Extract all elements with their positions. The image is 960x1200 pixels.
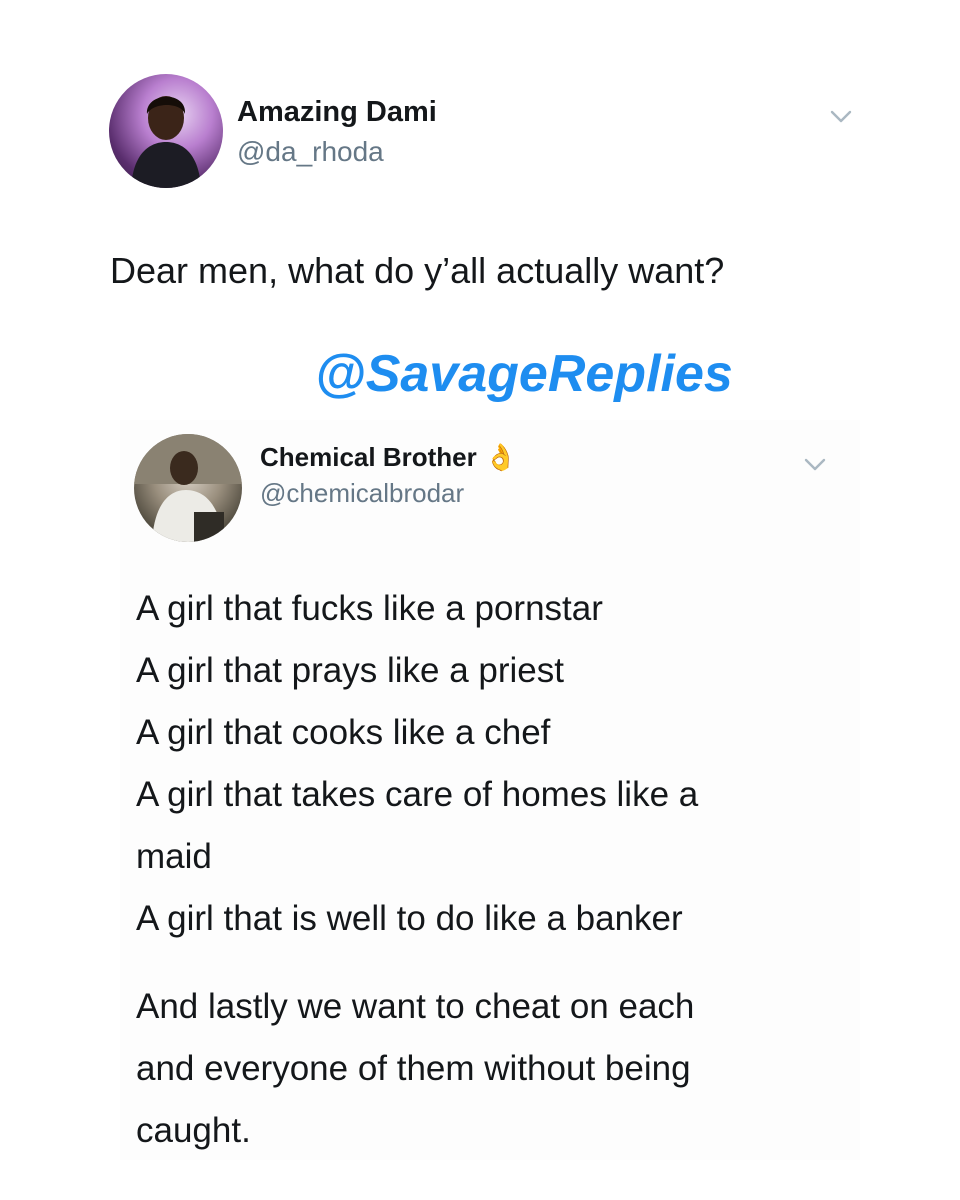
chevron-down-icon[interactable] <box>804 458 826 472</box>
tweet-text: A girl that fucks like a pornstar A girl… <box>136 578 836 950</box>
tweet-line: A girl that fucks like a pornstar <box>136 589 603 628</box>
original-tweet: Amazing Dami @da_rhoda Dear men, what do… <box>95 60 885 330</box>
user-handle[interactable]: @chemicalbrodar <box>260 478 464 509</box>
tweet-line: A girl that is well to do like a banker <box>136 899 683 938</box>
ok-hand-icon: 👌 <box>484 442 518 472</box>
tweet-line: and everyone of them without being <box>136 1049 691 1088</box>
display-name-text: Chemical Brother <box>260 442 477 472</box>
display-name[interactable]: Chemical Brother 👌 <box>260 442 517 473</box>
profile-photo-icon <box>131 96 201 188</box>
tweet-closing-text: And lastly we want to cheat on each and … <box>136 976 836 1162</box>
tweet-line: maid <box>136 837 212 876</box>
tweet-text: Dear men, what do y’all actually want? <box>110 250 725 291</box>
avatar[interactable] <box>134 434 242 542</box>
profile-photo-icon <box>134 434 242 542</box>
avatar[interactable] <box>109 74 223 188</box>
tweet-line: caught. <box>136 1111 251 1150</box>
tweet-line: A girl that takes care of homes like a <box>136 775 699 814</box>
tweet-line: And lastly we want to cheat on each <box>136 987 695 1026</box>
tweet-line: A girl that cooks like a chef <box>136 713 551 752</box>
tweet-line: A girl that prays like a priest <box>136 651 564 690</box>
display-name[interactable]: Amazing Dami <box>237 96 437 129</box>
chevron-down-icon[interactable] <box>830 110 852 124</box>
reply-tweet: Chemical Brother 👌 @chemicalbrodar A girl… <box>120 420 860 1160</box>
user-handle[interactable]: @da_rhoda <box>237 136 384 168</box>
watermark-handle: @SavageReplies <box>315 345 733 403</box>
